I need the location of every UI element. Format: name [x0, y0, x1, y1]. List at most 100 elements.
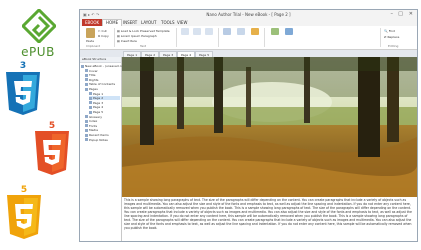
editor-area[interactable]: This is a sample showing long paragraphs… [122, 57, 417, 241]
style2-button[interactable] [236, 28, 246, 42]
tree-node-icon [85, 78, 88, 82]
tree-node-icon [89, 96, 92, 100]
bold-button[interactable] [180, 28, 190, 42]
color-button[interactable] [250, 28, 260, 42]
tree-node-icon [85, 73, 88, 77]
tab-ebook[interactable]: EBOOK [82, 19, 103, 26]
tree-item-label: Page 1 [93, 91, 104, 96]
tree-item[interactable]: Fonts [85, 124, 120, 128]
format-icon [181, 28, 189, 35]
group-label-editing: Editing [388, 44, 399, 48]
tree-item[interactable]: Recent Items [85, 133, 120, 137]
lorem-item[interactable]: ▤ Lorem Ipsum Paragraph [117, 34, 157, 38]
replace-button[interactable]: ⇄ Replace [384, 35, 399, 39]
ribbon-separator [114, 28, 115, 47]
tree-item[interactable]: Index [85, 119, 120, 123]
ribbon: Paste ✂ Cut ⧉ Copy Clipboard ▤ Load & Lo… [80, 26, 417, 50]
align-button[interactable] [192, 28, 202, 42]
copy-button[interactable]: ⧉ Copy [98, 34, 109, 38]
js5-shield-icon [7, 195, 41, 239]
css3-number: 3 [19, 61, 27, 71]
tree-item-label: Title [89, 73, 96, 78]
style-icon [237, 28, 245, 35]
minimize-button[interactable]: – [391, 11, 394, 17]
tree-item[interactable]: Rights [85, 78, 120, 82]
tree-item[interactable]: Page 1 [89, 92, 120, 96]
cut-button[interactable]: ✂ Cut [98, 29, 107, 33]
lorem-label: Lorem Ipsum Paragraph [120, 34, 157, 38]
tree-item-label: Table of Contents [89, 82, 116, 87]
epub-logo: ePUB [18, 9, 58, 65]
rule-item[interactable]: ▤ Insert Rule [117, 39, 137, 43]
structure-sidebar: eBook Structure New eBook - (unsaved cop… [80, 57, 128, 241]
tree-item[interactable]: Page 2 [89, 96, 120, 101]
tree-item[interactable]: Table of Contents [85, 82, 120, 86]
app-window: ▣ ▸ ↶ ↷ Nano Author Trial - New eBook - … [79, 9, 418, 242]
tree-item-label: Glossary [89, 114, 102, 119]
html5-number: 5 [48, 121, 56, 131]
replace-label: Replace [387, 35, 400, 39]
html5-shield-icon [35, 131, 69, 175]
tree-item[interactable]: Glossary [85, 115, 120, 119]
tree-item-label: Page 4 [93, 105, 104, 110]
epub-label: ePUB [21, 45, 55, 59]
insert-image-button[interactable] [284, 28, 294, 42]
tree-item-label: Recent Items [89, 133, 109, 137]
tab-view[interactable]: VIEW [174, 19, 190, 26]
find-label: Find [388, 29, 395, 33]
image-icon [285, 28, 293, 35]
paste-button[interactable]: Paste [84, 28, 96, 43]
tree-node-icon [85, 128, 88, 132]
tree-item[interactable]: New eBook - (unsaved copy) [81, 64, 128, 68]
tab-layout[interactable]: LAYOUT [138, 19, 160, 26]
cut-label: Cut [101, 29, 107, 33]
tree-item-label: Rights [89, 77, 99, 82]
list-icon [205, 28, 213, 35]
autumn-park-photo [122, 57, 417, 197]
tree-node-icon [85, 82, 88, 86]
tree-item[interactable]: Popup Notes [85, 138, 120, 142]
style-icon [223, 28, 231, 35]
align-icon [193, 28, 201, 35]
ribbon-separator [264, 28, 265, 47]
editor-paragraph[interactable]: This is a sample showing long paragraphs… [124, 198, 415, 240]
close-button[interactable]: ✕ [409, 11, 413, 17]
tree-item[interactable]: Cover [85, 69, 120, 73]
epub-icon [22, 9, 56, 43]
tree-item-label: Page 5 [93, 110, 104, 114]
tree-node-icon [89, 105, 92, 109]
tree-node-icon [81, 64, 84, 68]
tree-node-icon [85, 115, 88, 119]
paste-label: Paste [85, 39, 95, 43]
spell-button[interactable] [270, 28, 280, 42]
template-label: Load & Lock Preserved Template [120, 29, 170, 33]
maximize-button[interactable]: □ [398, 11, 403, 17]
style-button[interactable] [222, 28, 232, 42]
find-button[interactable]: 🔍 Find [384, 29, 395, 33]
tree-item-label: Media [89, 128, 99, 133]
tree-item-label: Cover [89, 68, 98, 73]
ribbon-separator [176, 28, 177, 47]
tree-item[interactable]: Media [85, 128, 120, 132]
css3-shield-icon [6, 72, 40, 115]
spell-check-icon [271, 28, 279, 35]
tree-node-icon [85, 87, 88, 91]
tree-item[interactable]: Title [85, 73, 120, 77]
group-label-clipboard: Clipboard [86, 44, 101, 48]
javascript-logo [5, 195, 43, 241]
tree-item[interactable]: Page 4 [89, 105, 120, 109]
tree-item[interactable]: Pages [85, 87, 120, 91]
ribbon-separator [380, 28, 381, 47]
color-icon [251, 28, 259, 35]
tree-item[interactable]: Page 5 [89, 110, 120, 114]
template-item[interactable]: ▤ Load & Lock Preserved Template [117, 29, 170, 33]
css3-logo [4, 72, 42, 117]
copy-label: Copy [101, 34, 109, 38]
tree-node-icon [85, 119, 88, 123]
tree-node-icon [89, 92, 92, 96]
tree-node-icon [89, 110, 92, 114]
js5-number: 5 [20, 185, 28, 195]
tree-item[interactable]: Page 3 [89, 101, 120, 105]
list-button[interactable] [204, 28, 214, 42]
tree-node-icon [89, 101, 92, 105]
